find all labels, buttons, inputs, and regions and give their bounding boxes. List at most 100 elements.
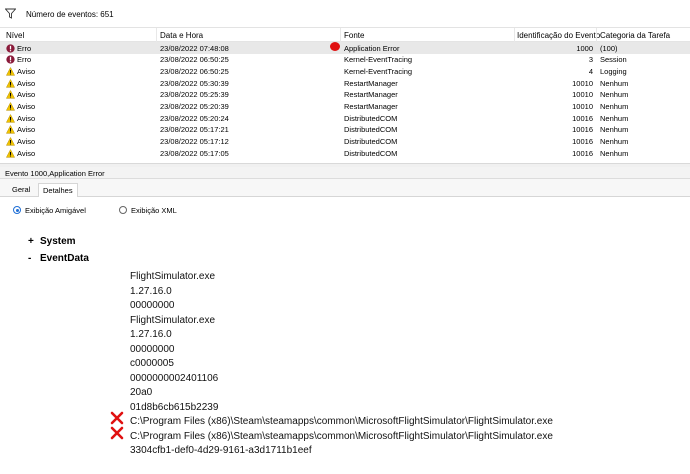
event-data-value: 00000000 (130, 300, 175, 311)
cell-date: 23/08/2022 05:30:39 (160, 78, 229, 88)
cell-source: RestartManager (344, 101, 398, 111)
table-row[interactable]: Aviso 23/08/2022 05:20:24 DistributedCOM Ne… (0, 112, 690, 124)
filter-bar: Número de eventos: 651 (0, 0, 690, 28)
warning-icon (6, 125, 15, 134)
warning-icon (6, 148, 15, 158)
cell-date: 23/08/2022 07:48:08 (160, 43, 229, 53)
annotation-x-icon (110, 411, 124, 425)
event-data-value: C:\Program Files (x86)\Steam\steamapps\c… (130, 430, 553, 442)
tree-node-label: EventData (40, 253, 89, 264)
cell-date: 23/08/2022 06:50:25 (160, 66, 229, 76)
cell-date: 23/08/2022 05:20:39 (160, 101, 229, 111)
error-icon (6, 43, 15, 53)
column-divider[interactable] (514, 28, 515, 42)
table-row[interactable]: Aviso 23/08/2022 05:17:12 DistributedCOM Ne… (0, 136, 690, 148)
cell-date: 23/08/2022 05:17:12 (160, 137, 229, 146)
table-row[interactable]: Aviso 23/08/2022 05:25:39 RestartManager Ne… (0, 89, 690, 101)
cell-date: 23/08/2022 05:17:21 (160, 125, 229, 135)
cell-event-id: 10016 (572, 125, 593, 135)
warning-icon (6, 90, 15, 99)
cell-event-id: 1000 (576, 43, 593, 53)
xml-view-radio[interactable] (119, 206, 127, 214)
event-data-value: 01d8b6cb615b2239 (130, 401, 219, 413)
event-grid: Nível Data e Hora Fonte Identificação do… (0, 28, 690, 163)
column-header-date[interactable]: Data e Hora (160, 31, 203, 40)
cell-source: DistributedCOM (344, 137, 398, 146)
column-header-task-category[interactable]: Categoria da Tarefa (600, 31, 670, 40)
warning-icon (6, 66, 15, 76)
cell-level: Aviso (17, 78, 36, 88)
warning-icon (6, 137, 15, 146)
cell-event-id: 10016 (572, 113, 593, 123)
tab-details[interactable]: Detalhes (38, 183, 78, 197)
friendly-view-radio[interactable] (13, 206, 21, 214)
annotation-red-dot (330, 42, 340, 51)
cell-level: Aviso (17, 66, 36, 76)
grid-header: Nível Data e Hora Fonte Identificação do… (0, 28, 690, 42)
column-header-level[interactable]: Nível (6, 31, 24, 40)
warning-icon (6, 113, 15, 123)
table-row[interactable]: Aviso 23/08/2022 06:50:25 Kernel-EventTrac… (0, 65, 690, 77)
event-data-value: 0000000002401106 (130, 372, 219, 384)
table-row[interactable]: Aviso 23/08/2022 05:20:39 RestartManager Ne… (0, 100, 690, 112)
event-data-value: FlightSimulator.exe (130, 271, 216, 282)
friendly-view-label[interactable]: Exibição Amigável (25, 206, 86, 215)
expand-icon[interactable]: + (28, 236, 40, 247)
table-row[interactable]: Aviso 23/08/2022 05:17:21 DistributedCOM Ne… (0, 124, 690, 136)
cell-source: RestartManager (344, 78, 398, 88)
cell-event-id: 10010 (572, 90, 593, 100)
tree-node-system[interactable]: + System (28, 236, 76, 247)
view-mode-selector: Exibição Amigável Exibição XML (0, 197, 690, 223)
cell-task-category: Nenhum (600, 101, 629, 111)
cell-level: Erro (17, 55, 32, 65)
column-divider[interactable] (156, 28, 157, 42)
cell-level: Aviso (17, 125, 36, 135)
tree-node-eventdata[interactable]: - EventData (28, 253, 89, 264)
cell-level: Aviso (17, 101, 36, 111)
cell-task-category: (100) (600, 43, 618, 53)
warning-icon (6, 101, 15, 111)
warning-icon (6, 78, 15, 88)
annotation-x-icon (110, 426, 124, 440)
event-data-value: FlightSimulator.exe (130, 314, 216, 326)
event-data-value: 00000000 (130, 343, 175, 355)
event-data-value: 1.27.16.0 (130, 329, 172, 340)
cell-event-id: 4 (588, 66, 593, 76)
cell-event-id: 10010 (572, 78, 593, 88)
cell-task-category: Nenhum (600, 78, 629, 88)
table-row[interactable]: Aviso 23/08/2022 05:17:05 DistributedCOM Ne… (0, 147, 690, 159)
cell-task-category: Logging (600, 66, 627, 76)
event-data-value: C:\Program Files (x86)\Steam\steamapps\c… (130, 416, 553, 427)
cell-task-category: Nenhum (600, 137, 629, 146)
event-count: Número de eventos: 651 (26, 10, 114, 19)
event-data-value: 20a0 (130, 387, 153, 398)
column-header-source[interactable]: Fonte (344, 31, 364, 40)
cell-task-category: Nenhum (600, 125, 629, 135)
column-divider[interactable] (596, 28, 597, 42)
cell-source: Kernel-EventTracing (344, 66, 413, 76)
detail-title-bar: Evento 1000,Application Error (0, 167, 690, 179)
cell-task-category: Session (600, 55, 627, 65)
tab-general[interactable]: Geral (12, 185, 30, 194)
xml-view-label[interactable]: Exibição XML (131, 206, 177, 215)
funnel-icon[interactable] (5, 8, 16, 19)
collapse-icon[interactable]: - (28, 253, 40, 264)
table-row[interactable]: Erro 23/08/2022 06:50:25 Kernel-EventTraci… (0, 54, 690, 66)
cell-source: DistributedCOM (344, 125, 398, 135)
cell-date: 23/08/2022 05:20:24 (160, 113, 229, 123)
cell-event-id: 10016 (572, 148, 593, 158)
cell-task-category: Nenhum (600, 113, 629, 123)
table-row[interactable]: Erro 23/08/2022 07:48:08 Application Error… (0, 42, 690, 54)
cell-source: DistributedCOM (344, 148, 398, 158)
column-divider[interactable] (340, 28, 341, 42)
event-data-value: 1.27.16.0 (130, 285, 172, 297)
column-header-event-id[interactable]: Identificação do Evento (517, 31, 600, 40)
cell-task-category: Nenhum (600, 148, 629, 158)
detail-title: Evento 1000,Application Error (5, 168, 105, 178)
event-data-value: c0000005 (130, 358, 174, 369)
cell-level: Aviso (17, 148, 36, 158)
cell-source: Application Error (344, 43, 400, 53)
cell-level: Aviso (17, 90, 36, 100)
cell-source: Kernel-EventTracing (344, 55, 413, 65)
table-row[interactable]: Aviso 23/08/2022 05:30:39 RestartManager Ne… (0, 77, 690, 89)
